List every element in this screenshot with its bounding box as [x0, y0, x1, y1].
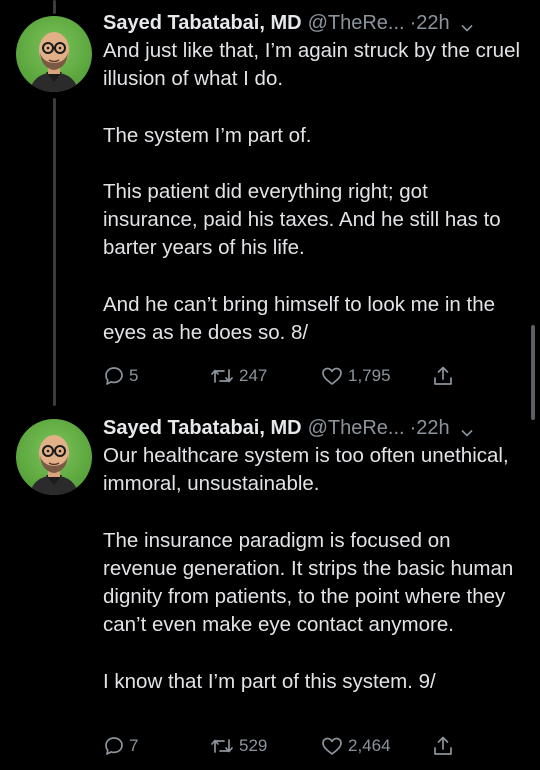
tweet-paragraph: And just like that, I’m again struck by … — [103, 39, 521, 91]
like-icon — [320, 735, 344, 757]
tweet[interactable]: Sayed Tabatabai, MD @TheRe... · 22h Our … — [0, 403, 540, 770]
author-name[interactable]: Sayed Tabatabai, MD — [103, 10, 302, 36]
author-name[interactable]: Sayed Tabatabai, MD — [103, 415, 302, 441]
avatar[interactable] — [16, 16, 92, 92]
tweet-paragraph: Our healthcare system is too often uneth… — [103, 444, 509, 496]
tweet-paragraph: And he can’t bring himself to look me in… — [103, 292, 495, 344]
like-count: 1,795 — [348, 366, 391, 385]
author-handle[interactable]: @TheRe... — [308, 10, 405, 36]
like-count: 2,464 — [348, 736, 391, 755]
tweet-content: Sayed Tabatabai, MD @TheRe... · 22h Our … — [103, 415, 523, 696]
chevron-down-icon[interactable] — [460, 421, 474, 437]
tweet[interactable]: Sayed Tabatabai, MD @TheRe... · 22h And … — [0, 0, 540, 400]
author-handle[interactable]: @TheRe... — [308, 415, 405, 441]
reply-button[interactable]: 7 — [103, 735, 138, 757]
avatar-illustration — [30, 435, 78, 495]
share-button[interactable] — [431, 734, 455, 758]
retweet-count: 529 — [239, 736, 268, 755]
separator-dot: · — [409, 417, 417, 439]
tweet-text: And just like that, I’m again struck by … — [103, 37, 523, 347]
reply-count: 7 — [129, 736, 139, 755]
tweet-actions: 5 247 1,795 — [103, 361, 463, 391]
tweet-paragraph: This patient did everything right; got i… — [103, 179, 501, 260]
like-icon — [320, 365, 344, 387]
retweet-icon — [209, 365, 235, 387]
tweet-paragraph: I know that I’m part of this system. 9/ — [103, 669, 436, 693]
reply-icon — [103, 365, 125, 387]
tweet-actions: 7 529 2,464 — [103, 731, 463, 761]
reply-count: 5 — [129, 366, 139, 385]
like-button[interactable]: 2,464 — [320, 735, 391, 757]
like-button[interactable]: 1,795 — [320, 365, 391, 387]
retweet-button[interactable]: 529 — [209, 735, 267, 757]
tweet-header: Sayed Tabatabai, MD @TheRe... · 22h — [103, 10, 523, 36]
separator-dot: · — [409, 12, 417, 34]
tweet-text: Our healthcare system is too often uneth… — [103, 442, 523, 696]
reply-button[interactable]: 5 — [103, 365, 138, 387]
tweet-paragraph: The system I’m part of. — [103, 123, 312, 147]
share-icon — [431, 734, 455, 758]
reply-icon — [103, 735, 125, 757]
timestamp[interactable]: 22h — [416, 10, 449, 36]
chevron-down-icon[interactable] — [460, 16, 474, 32]
retweet-icon — [209, 735, 235, 757]
retweet-count: 247 — [239, 366, 268, 385]
share-button[interactable] — [431, 364, 455, 388]
tweet-content: Sayed Tabatabai, MD @TheRe... · 22h And … — [103, 10, 523, 347]
share-icon — [431, 364, 455, 388]
tweet-header: Sayed Tabatabai, MD @TheRe... · 22h — [103, 415, 523, 441]
avatar-illustration — [30, 32, 78, 92]
scrollbar[interactable] — [531, 325, 535, 420]
avatar[interactable] — [16, 419, 92, 495]
tweet-paragraph: The insurance paradigm is focused on rev… — [103, 528, 514, 637]
retweet-button[interactable]: 247 — [209, 365, 267, 387]
timestamp[interactable]: 22h — [416, 415, 449, 441]
